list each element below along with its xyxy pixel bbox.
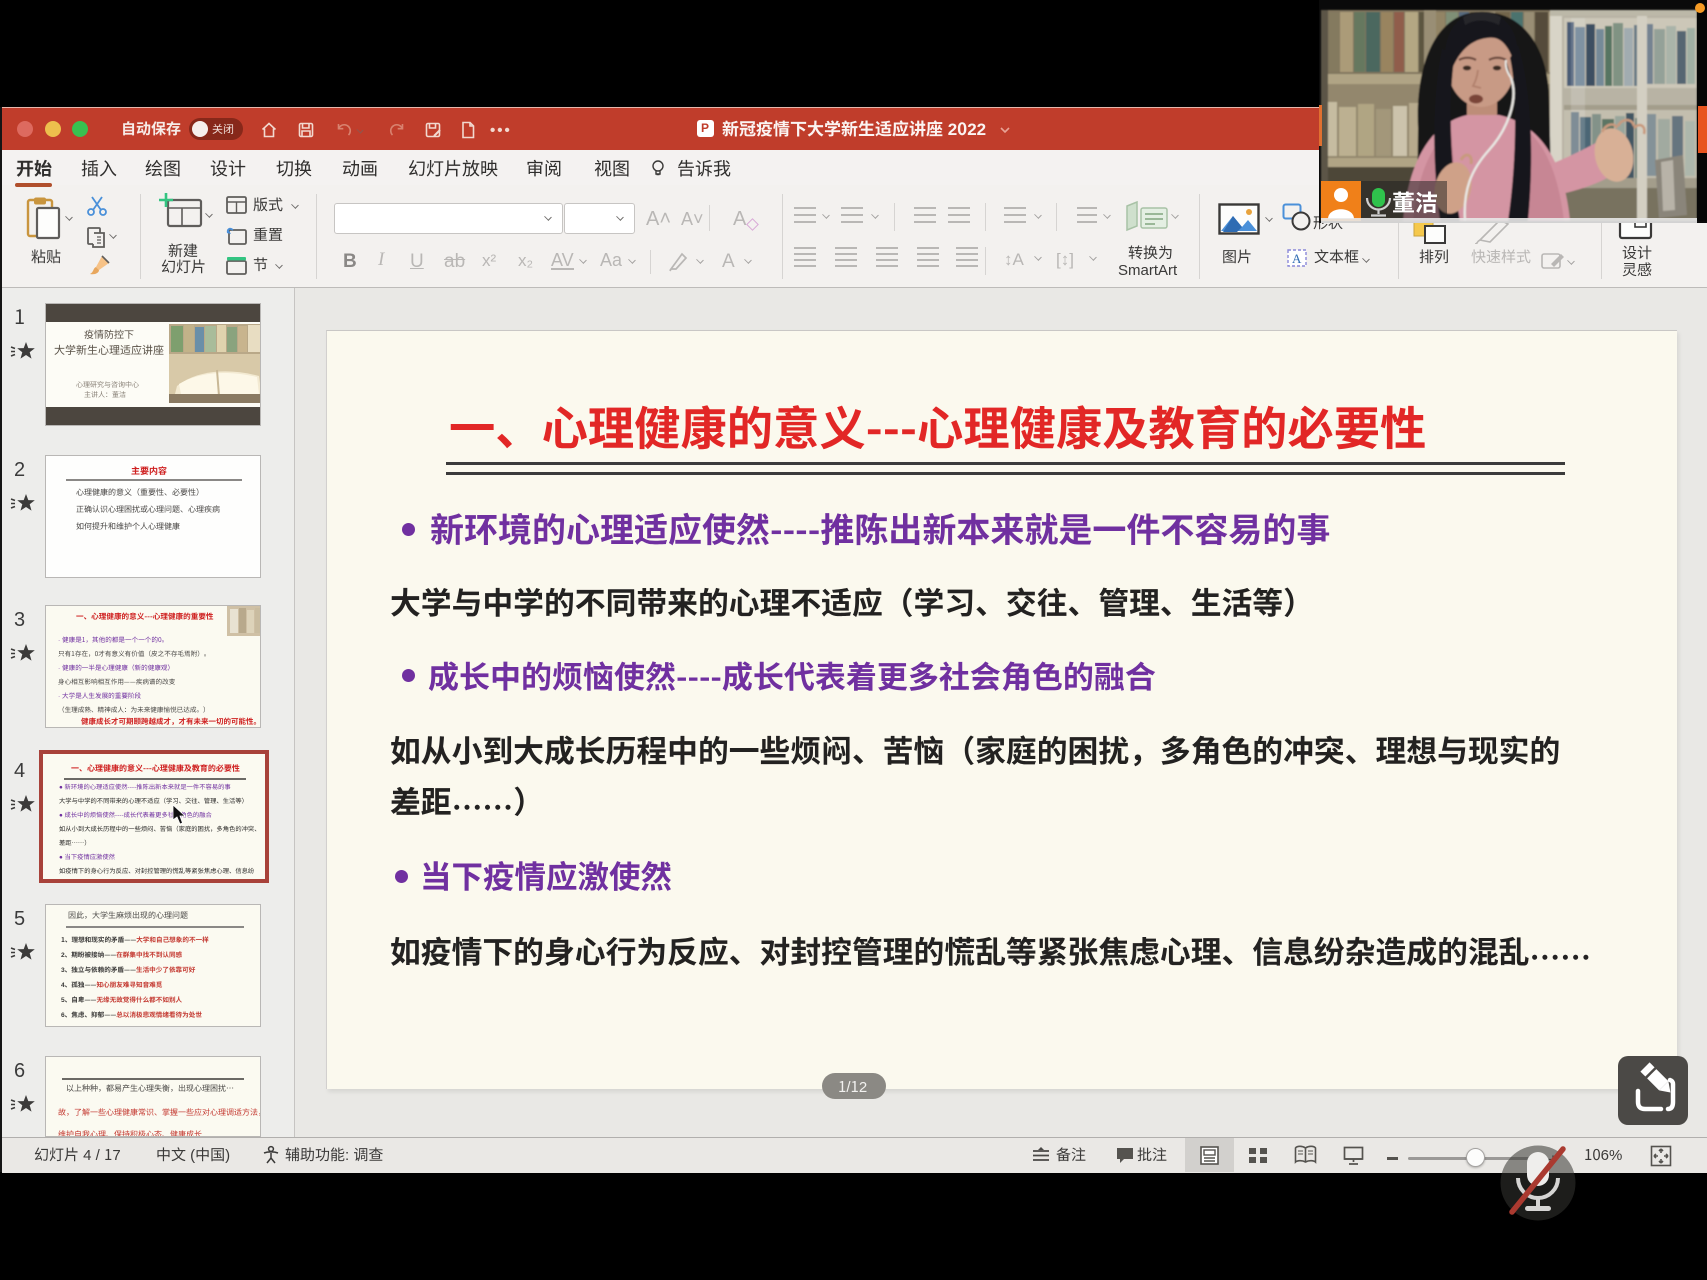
svg-text:A: A [1292, 251, 1302, 266]
svg-text:董洁: 董洁 [1392, 184, 1438, 218]
